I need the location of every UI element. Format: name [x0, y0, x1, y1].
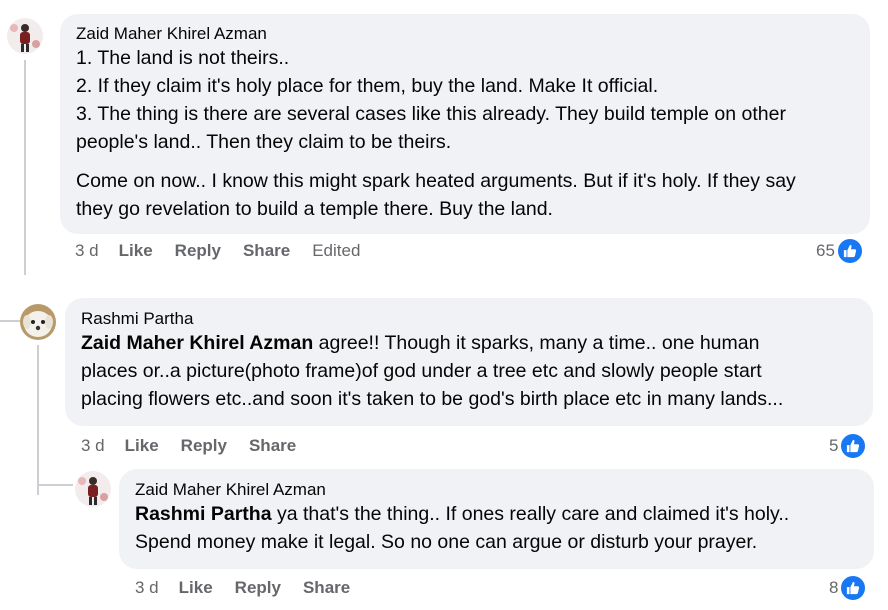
thread-line [0, 320, 20, 322]
thumbs-up-icon [835, 237, 864, 265]
reaction-count-value: 8 [829, 578, 839, 597]
reaction-count-value: 65 [816, 241, 835, 260]
comment-line: 3. The thing is there are several cases … [76, 103, 786, 125]
comment-line: 2. If they claim it's holy place for the… [76, 75, 659, 97]
reaction-count[interactable]: 65 [816, 237, 864, 265]
comment-line: Rashmi Partha ya that's the thing.. If o… [135, 500, 858, 528]
comment-line: they go revelation to build a temple the… [76, 198, 553, 220]
share-button[interactable]: Share [303, 578, 350, 598]
thumbs-up-icon [839, 574, 868, 602]
comment-line: placing flowers etc..and soon it's taken… [81, 388, 784, 410]
comment-meta: 3 d Like Reply Share [135, 578, 372, 598]
comment-text: agree!! Though it sparks, many a time.. … [313, 332, 760, 354]
avatar[interactable] [7, 18, 43, 54]
thread-line [24, 60, 26, 275]
reaction-count[interactable]: 5 [829, 432, 868, 460]
share-button[interactable]: Share [243, 241, 290, 261]
comment-line: places or..a picture(photo frame)of god … [81, 360, 762, 382]
avatar-icon [75, 471, 111, 507]
mention-link[interactable]: Rashmi Partha [135, 503, 272, 525]
reply-button[interactable]: Reply [175, 241, 221, 261]
thread-line [37, 484, 73, 486]
timestamp[interactable]: 3 d [135, 578, 159, 598]
reply-button[interactable]: Reply [235, 578, 281, 598]
mention-link[interactable]: Zaid Maher Khirel Azman [81, 332, 313, 354]
reaction-count[interactable]: 8 [829, 574, 868, 602]
comment-text: ya that's the thing.. If ones really car… [271, 503, 790, 525]
comment-author[interactable]: Zaid Maher Khirel Azman [135, 480, 858, 500]
like-button[interactable]: Like [119, 241, 153, 261]
comment-bubble: Zaid Maher Khirel Azman 1. The land is n… [60, 14, 870, 234]
avatar[interactable] [20, 304, 56, 340]
comment-bubble: Zaid Maher Khirel Azman Rashmi Partha ya… [119, 469, 874, 569]
comment-line: Come on now.. I know this might spark he… [76, 170, 796, 192]
like-button[interactable]: Like [125, 436, 159, 456]
comment-line: Spend money make it legal. So no one can… [135, 531, 758, 553]
comment-line: people's land.. Then they claim to be th… [76, 131, 452, 153]
comment-meta: 3 d Like Reply Share [81, 436, 318, 456]
comment-line: 1. The land is not theirs.. [76, 47, 290, 69]
avatar-icon [7, 18, 43, 54]
avatar[interactable] [75, 471, 111, 507]
like-button[interactable]: Like [179, 578, 213, 598]
comment-author[interactable]: Zaid Maher Khirel Azman [76, 24, 854, 44]
thumbs-up-icon [839, 432, 868, 460]
avatar-icon [20, 304, 56, 340]
timestamp[interactable]: 3 d [81, 436, 105, 456]
reply-button[interactable]: Reply [181, 436, 227, 456]
comment-author[interactable]: Rashmi Partha [81, 309, 857, 329]
comment-meta: 3 d Like Reply Share Edited [75, 241, 360, 261]
reaction-count-value: 5 [829, 436, 839, 455]
share-button[interactable]: Share [249, 436, 296, 456]
timestamp[interactable]: 3 d [75, 241, 99, 261]
thread-line [37, 345, 39, 495]
comment-line: Zaid Maher Khirel Azman agree!! Though i… [81, 329, 857, 357]
edited-label[interactable]: Edited [312, 241, 360, 261]
comment-bubble: Rashmi Partha Zaid Maher Khirel Azman ag… [65, 298, 873, 426]
